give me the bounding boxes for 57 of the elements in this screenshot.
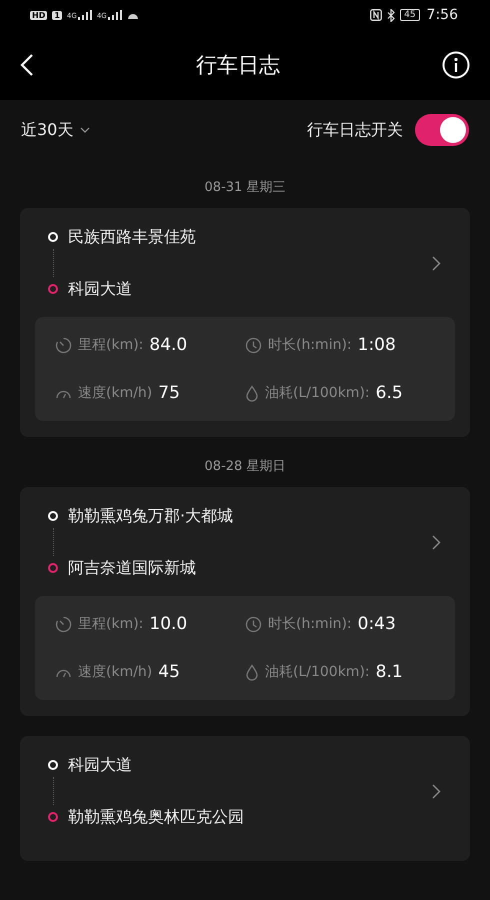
chevron-icon (432, 534, 441, 550)
nfc-icon (370, 9, 382, 21)
trip-card[interactable]: 科园大道 勒勒熏鸡兔奥林匹克公园 (20, 736, 470, 861)
end-place: 科园大道 (68, 278, 132, 300)
status-time: 7:56 (426, 7, 458, 23)
stat-value: 84.0 (149, 335, 188, 355)
switch-label: 行车日志开关 (307, 120, 403, 140)
log-switch[interactable] (415, 114, 469, 146)
stat-label: 时长(h:min): (268, 615, 352, 633)
drop-icon (245, 664, 259, 680)
stat-label: 里程(km): (78, 336, 144, 354)
end-place: 阿吉奈道国际新城 (68, 558, 196, 578)
status-badge: HD (30, 10, 48, 20)
end-dot-icon (48, 812, 58, 822)
stat-label: 油耗(L/100km): (265, 663, 370, 681)
stat-label: 里程(km): (78, 615, 144, 633)
bluetooth-icon (387, 8, 396, 22)
range-dropdown[interactable]: 近30天 (21, 120, 90, 140)
battery-level: 45 (400, 9, 420, 21)
start-place: 民族西路丰景佳苑 (68, 226, 196, 248)
start-place: 勒勒熏鸡兔万郡·大都城 (68, 506, 234, 526)
caret-icon (80, 127, 90, 133)
stat-label: 速度(km/h) (78, 384, 152, 402)
date-heading: 08-31 星期三 (204, 179, 286, 197)
trip-card[interactable]: 民族西路丰景佳苑 科园大道 里程(km): 84.0 时长(h:min): 1:08 速度(km/h) 75 油耗(L/100km): 6.5 (20, 208, 470, 437)
clock-icon (245, 616, 262, 632)
chevron-icon (432, 256, 441, 270)
stat-label: 时长(h:min): (268, 336, 352, 354)
end-dot-icon (48, 284, 58, 294)
trip-card[interactable]: 勒勒熏鸡兔万郡·大都城 阿吉奈道国际新城 里程(km): 10.0 时长(h:min): 0:43 速度(km/h) 45 油耗(L/100km): 8.1 (20, 487, 470, 716)
drop-icon (245, 384, 259, 402)
stat-value: 45 (158, 662, 180, 682)
start-place: 科园大道 (68, 754, 132, 776)
start-dot-icon (48, 511, 58, 521)
stat-value: 8.1 (376, 662, 403, 682)
stat-value: 10.0 (149, 614, 188, 634)
stat-value: 75 (158, 383, 180, 403)
start-dot-icon (48, 232, 58, 242)
end-dot-icon (48, 563, 58, 573)
date-heading: 08-28 星期日 (204, 458, 286, 476)
start-dot-icon (48, 760, 58, 770)
stat-value: 0:43 (358, 614, 396, 634)
back-icon[interactable] (20, 54, 34, 76)
timer-icon (55, 336, 72, 354)
page-title: 行车日志 (196, 52, 280, 79)
signal-icon (78, 10, 92, 20)
stat-value: 6.5 (376, 383, 403, 403)
end-place: 勒勒熏鸡兔奥林匹克公园 (68, 806, 244, 828)
status-badge: 1 (52, 10, 62, 20)
timer-icon (55, 616, 72, 632)
chevron-icon (432, 784, 441, 798)
stat-label: 速度(km/h) (78, 663, 152, 681)
stat-label: 油耗(L/100km): (265, 384, 370, 402)
signal-icon (108, 10, 122, 20)
stat-value: 1:08 (358, 335, 396, 355)
clock-icon (245, 336, 262, 354)
info-icon[interactable] (442, 51, 470, 79)
